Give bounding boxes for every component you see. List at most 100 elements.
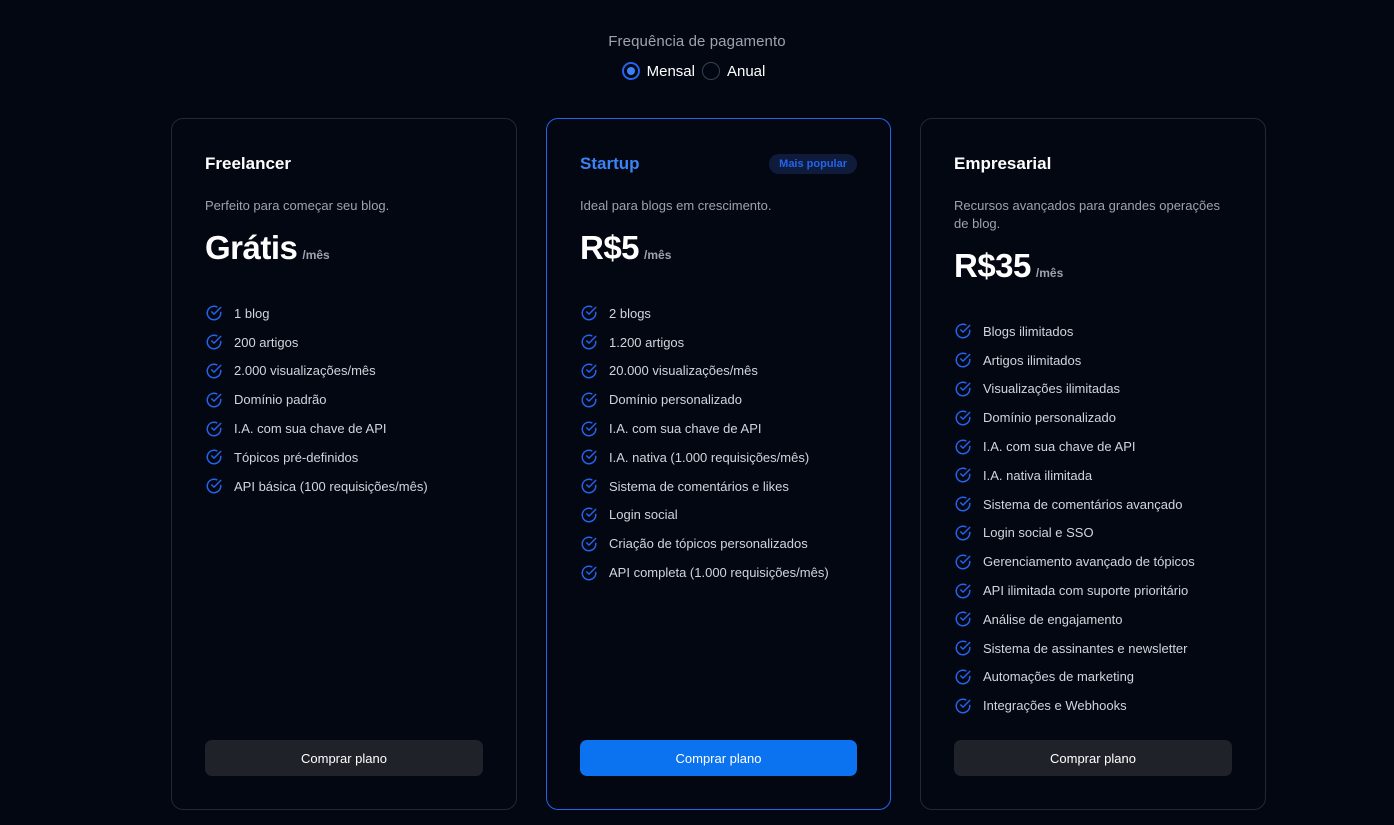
feature-item: 1 blog	[205, 299, 483, 328]
feature-list: 1 blog 200 artigos 2.000 visualizações/mês…	[205, 299, 483, 501]
check-circle-icon	[580, 506, 598, 524]
plan-card-freelancer: Freelancer Perfeito para começar seu blo…	[171, 118, 517, 810]
plan-header: Freelancer	[205, 153, 483, 175]
price-value: R$35	[954, 247, 1031, 284]
radio-yearly-label: Anual	[726, 62, 766, 80]
check-circle-icon	[580, 564, 598, 582]
feature-item: Criação de tópicos personalizados	[580, 529, 857, 558]
feature-item: Gerenciamento avançado de tópicos	[954, 547, 1232, 576]
radio-monthly[interactable]	[621, 62, 640, 80]
feature-item: API básica (100 requisições/mês)	[205, 472, 483, 501]
feature-item: Artigos ilimitados	[954, 346, 1232, 375]
feature-label: Análise de engajamento	[983, 611, 1123, 627]
check-circle-icon	[954, 322, 972, 340]
plan-name: Empresarial	[954, 154, 1052, 173]
buy-plan-button-startup[interactable]: Comprar plano	[580, 740, 857, 776]
check-circle-icon	[580, 535, 598, 553]
popular-badge: Mais popular	[769, 154, 857, 174]
feature-item: API completa (1.000 requisições/mês)	[580, 558, 857, 587]
feature-label: Visualizações ilimitadas	[983, 381, 1121, 397]
feature-item: Sistema de assinantes e newsletter	[954, 634, 1232, 663]
feature-item: Domínio personalizado	[580, 385, 857, 414]
check-circle-icon	[205, 333, 223, 351]
plan-name: Startup	[580, 154, 640, 173]
billing-frequency-label: Frequência de pagamento	[608, 33, 786, 50]
plan-description: Perfeito para começar seu blog.	[205, 198, 390, 213]
feature-label: Sistema de comentários e likes	[609, 478, 789, 494]
feature-label: Sistema de assinantes e newsletter	[983, 640, 1188, 656]
plan-description: Recursos avançados para grandes operaçõe…	[954, 198, 1220, 231]
check-circle-icon	[954, 351, 972, 369]
feature-label: 1.200 artigos	[609, 334, 685, 350]
feature-label: Blogs ilimitados	[983, 323, 1074, 339]
check-circle-icon	[954, 438, 972, 456]
feature-label: Login social	[609, 507, 678, 523]
check-circle-icon	[954, 466, 972, 484]
feature-item: Login social e SSO	[954, 519, 1232, 548]
feature-label: Domínio personalizado	[983, 410, 1116, 426]
plan-card-startup: Startup Mais popular Ideal para blogs em…	[546, 118, 891, 810]
feature-item: 2 blogs	[580, 299, 857, 328]
feature-label: 1 blog	[234, 305, 270, 321]
plan-price: R$5 /mês	[580, 229, 857, 267]
feature-item: Login social	[580, 501, 857, 530]
feature-item: Tópicos pré-definidos	[205, 443, 483, 472]
feature-item: 1.200 artigos	[580, 328, 857, 357]
price-value: Grátis	[205, 229, 298, 266]
feature-label: API completa (1.000 requisições/mês)	[609, 565, 829, 581]
feature-label: Criação de tópicos personalizados	[609, 536, 808, 552]
feature-item: I.A. com sua chave de API	[580, 414, 857, 443]
check-circle-icon	[580, 333, 598, 351]
plan-card-enterprise: Empresarial Recursos avançados para gran…	[920, 118, 1266, 810]
feature-label: API ilimitada com suporte prioritário	[983, 583, 1189, 599]
radio-selected-dot	[626, 67, 635, 75]
feature-label: 2.000 visualizações/mês	[234, 363, 376, 379]
check-circle-icon	[580, 362, 598, 380]
check-circle-icon	[205, 304, 223, 322]
check-circle-icon	[954, 582, 972, 600]
buy-plan-button-freelancer[interactable]: Comprar plano	[205, 740, 483, 776]
feature-item: Sistema de comentários avançado	[954, 490, 1232, 519]
check-circle-icon	[954, 553, 972, 571]
check-circle-icon	[580, 420, 598, 438]
check-circle-icon	[205, 448, 223, 466]
plan-header: Startup Mais popular	[580, 153, 857, 175]
plan-name: Freelancer	[205, 154, 291, 173]
feature-label: I.A. com sua chave de API	[609, 421, 762, 437]
feature-item: Blogs ilimitados	[954, 317, 1232, 346]
feature-item: Visualizações ilimitadas	[954, 375, 1232, 404]
check-circle-icon	[580, 304, 598, 322]
feature-label: Sistema de comentários avançado	[983, 496, 1183, 512]
price-period: /mês	[302, 248, 330, 262]
feature-item: 2.000 visualizações/mês	[205, 357, 483, 386]
buy-plan-button-enterprise[interactable]: Comprar plano	[954, 740, 1232, 776]
billing-radio-group: Mensal Anual	[621, 62, 773, 80]
billing-option-yearly[interactable]: Anual	[701, 62, 766, 80]
feature-item: I.A. nativa (1.000 requisições/mês)	[580, 443, 857, 472]
check-circle-icon	[205, 420, 223, 438]
plan-price: R$35 /mês	[954, 247, 1232, 285]
feature-label: Domínio padrão	[234, 392, 327, 408]
price-value: R$5	[580, 229, 640, 266]
billing-option-monthly[interactable]: Mensal	[621, 62, 695, 80]
feature-item: Sistema de comentários e likes	[580, 472, 857, 501]
feature-label: Integrações e Webhooks	[983, 698, 1127, 714]
feature-item: I.A. com sua chave de API	[205, 414, 483, 443]
plan-description: Ideal para blogs em crescimento.	[580, 198, 772, 213]
feature-label: Domínio personalizado	[609, 392, 742, 408]
check-circle-icon	[954, 380, 972, 398]
feature-label: Gerenciamento avançado de tópicos	[983, 554, 1195, 570]
billing-frequency: Frequência de pagamento Mensal Anual	[0, 33, 1394, 80]
feature-label: API básica (100 requisições/mês)	[234, 478, 428, 494]
check-circle-icon	[954, 697, 972, 715]
feature-label: Login social e SSO	[983, 525, 1094, 541]
feature-label: Tópicos pré-definidos	[234, 449, 359, 465]
feature-item: API ilimitada com suporte prioritário	[954, 576, 1232, 605]
check-circle-icon	[954, 639, 972, 657]
check-circle-icon	[954, 610, 972, 628]
feature-item: Análise de engajamento	[954, 605, 1232, 634]
radio-yearly[interactable]	[701, 62, 720, 80]
feature-label: I.A. nativa (1.000 requisições/mês)	[609, 449, 810, 465]
feature-label: Artigos ilimitados	[983, 352, 1082, 368]
feature-list: Blogs ilimitados Artigos ilimitados Visual…	[954, 317, 1232, 720]
